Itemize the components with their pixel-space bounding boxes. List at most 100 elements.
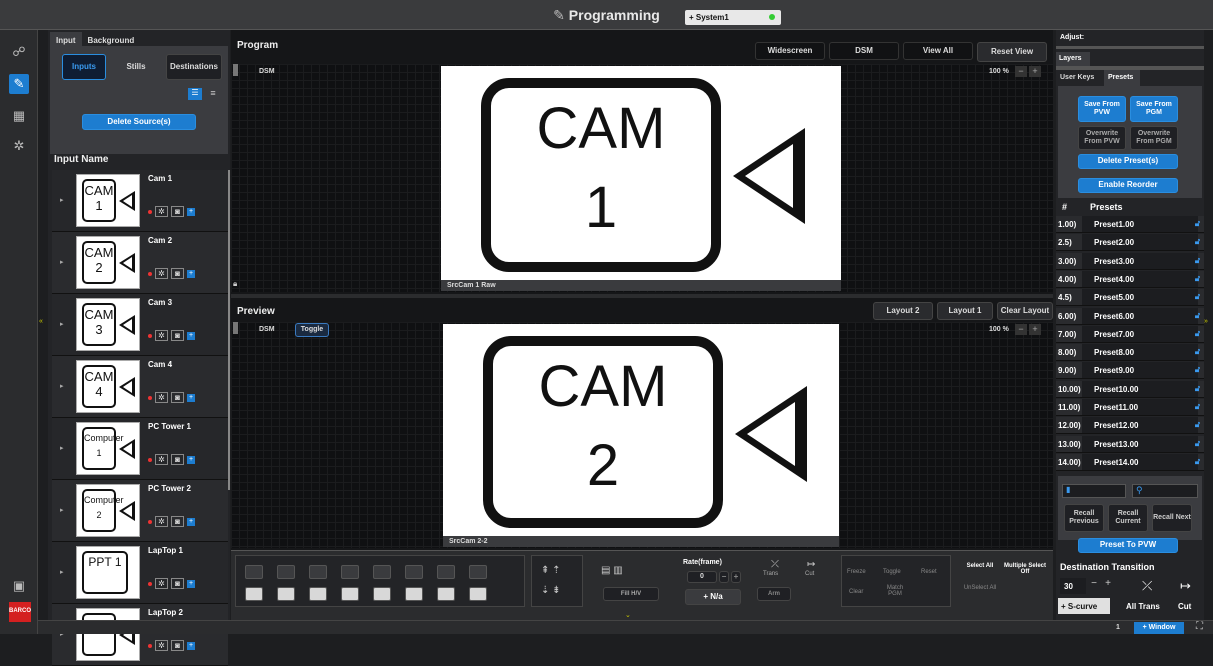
settings-icon[interactable]: ✲ xyxy=(9,136,29,156)
camera-icon[interactable]: ◙ xyxy=(171,516,184,527)
camera-icon[interactable]: ◙ xyxy=(171,454,184,465)
align-middle-icon[interactable] xyxy=(373,565,391,579)
view-all-button[interactable]: View All xyxy=(903,42,973,60)
window-button[interactable]: + Window xyxy=(1134,622,1184,634)
preset-to-pvw-button[interactable]: Preset To PVW xyxy=(1078,538,1178,553)
preset-name[interactable]: Preset13.00 xyxy=(1082,435,1198,452)
search-icon[interactable]: ⚲ xyxy=(1132,484,1198,498)
fill-hv-button[interactable]: Fill H/V xyxy=(603,587,659,601)
enable-reorder-button[interactable]: Enable Reorder xyxy=(1078,178,1178,193)
preset-row[interactable]: 9.00) Preset9.00 🔓︎ xyxy=(1056,362,1204,380)
camera-icon[interactable]: ◙ xyxy=(171,578,184,589)
layout2-button[interactable]: Layout 2 xyxy=(873,302,933,320)
unlock-icon[interactable]: 🔓︎ xyxy=(1195,347,1200,357)
add-icon[interactable]: + xyxy=(187,207,195,216)
source-item[interactable]: ▸ CAM 3 Cam 3 ✲ ◙ + xyxy=(52,294,228,356)
freeze-icon[interactable]: ✲ xyxy=(155,268,168,279)
camera-icon[interactable]: ◙ xyxy=(171,268,184,279)
preset-row[interactable]: 7.00) Preset7.00 🔓︎ xyxy=(1056,325,1204,343)
splitter[interactable] xyxy=(231,294,1053,298)
layout1-button[interactable]: Layout 1 xyxy=(937,302,993,320)
dest-transition-input[interactable]: 30 xyxy=(1060,578,1086,594)
rate-input[interactable]: 0 xyxy=(687,571,717,583)
unlock-icon[interactable]: 🔓︎ xyxy=(1195,365,1200,375)
source-thumbnail[interactable]: PPT 1 xyxy=(76,546,140,599)
grid-view-icon[interactable]: ☰ xyxy=(188,88,202,100)
preset-row[interactable]: 14.00) Preset14.00 🔓︎ xyxy=(1056,453,1204,471)
add-icon[interactable]: + xyxy=(187,579,195,588)
toggle-button[interactable]: Toggle xyxy=(295,323,329,337)
source-thumbnail[interactable]: CAM 2 xyxy=(76,236,140,289)
preset-row[interactable]: 8.00) Preset8.00 🔓︎ xyxy=(1056,344,1204,362)
unlock-icon[interactable]: 🔓︎ xyxy=(1195,420,1200,430)
cut-label[interactable]: Cut xyxy=(805,571,814,577)
unlock-icon[interactable]: 🔓︎ xyxy=(1195,256,1200,266)
distribute-v-icon[interactable] xyxy=(437,565,455,579)
add-icon[interactable]: + xyxy=(187,641,195,650)
network-icon[interactable]: ☍ xyxy=(9,42,29,62)
unlock-icon[interactable]: 🔓︎ xyxy=(1195,439,1200,449)
expand-arrow-icon[interactable]: ▸ xyxy=(60,506,64,514)
delete-source-button[interactable]: Delete Source(s) xyxy=(82,114,196,130)
align-left-size-icon[interactable] xyxy=(245,587,263,601)
overwrite-from-pgm-button[interactable]: Overwrite From PGM xyxy=(1130,126,1178,150)
handle-icon[interactable] xyxy=(233,64,238,76)
source-thumbnail[interactable] xyxy=(76,608,140,661)
distribute-v-size-icon[interactable] xyxy=(437,587,455,601)
expand-arrow-icon[interactable]: ▸ xyxy=(60,568,64,576)
add-icon[interactable]: + xyxy=(187,269,195,278)
add-icon[interactable]: + xyxy=(187,331,195,340)
widescreen-button[interactable]: Widescreen xyxy=(755,42,825,60)
expand-arrow-icon[interactable]: ▸ xyxy=(60,196,64,204)
delete-presets-button[interactable]: Delete Preset(s) xyxy=(1078,154,1178,169)
subtab-stills[interactable]: Stills xyxy=(114,54,158,80)
align-right-size-icon[interactable] xyxy=(309,587,327,601)
add-icon[interactable]: + xyxy=(187,393,195,402)
handle-icon[interactable] xyxy=(233,322,238,334)
unlock-icon[interactable]: 🔓︎ xyxy=(1195,219,1200,229)
transition-type-select[interactable]: + N/a xyxy=(685,589,741,605)
distribute-h-size-icon[interactable] xyxy=(405,587,423,601)
save-from-pvw-button[interactable]: Save From PVW xyxy=(1078,96,1126,122)
program-view[interactable]: DSM 100 % − + 🔒︎ CAM 1 SrcCam 1 Raw xyxy=(231,64,1053,292)
cut-button[interactable]: Cut xyxy=(1178,602,1191,611)
zoom-out-button[interactable]: − xyxy=(1015,324,1027,335)
preset-name[interactable]: Preset14.00 xyxy=(1082,453,1198,470)
align-center-h-size-icon[interactable] xyxy=(277,587,295,601)
source-thumbnail[interactable]: Computer 2 xyxy=(76,484,140,537)
scrollbar[interactable] xyxy=(228,170,230,490)
freeze-icon[interactable]: ✲ xyxy=(155,640,168,651)
lock-icon[interactable]: 🔒︎ xyxy=(233,279,237,289)
preset-name[interactable]: Preset6.00 xyxy=(1082,307,1198,324)
match-pgm-button[interactable]: Match PGM xyxy=(883,585,907,597)
align-bottom-icon[interactable] xyxy=(469,565,487,579)
expand-arrow-icon[interactable]: ▸ xyxy=(60,320,64,328)
preset-name[interactable]: Preset12.00 xyxy=(1082,417,1198,434)
preset-name[interactable]: Preset4.00 xyxy=(1082,270,1198,287)
cut-icon[interactable]: ↦ xyxy=(807,559,815,570)
recall-current-button[interactable]: Recall Current xyxy=(1108,504,1148,532)
freeze-icon[interactable]: ✲ xyxy=(155,206,168,217)
source-thumbnail[interactable]: CAM 4 xyxy=(76,360,140,413)
fullscreen-icon[interactable]: ⛶ xyxy=(1196,621,1203,632)
rate-plus-button[interactable]: + xyxy=(731,571,741,583)
program-dsm-label[interactable]: DSM xyxy=(259,68,275,75)
fill-icon[interactable]: ▤ ▥ xyxy=(601,565,623,576)
align-top-size-icon[interactable] xyxy=(341,587,359,601)
preset-name[interactable]: Preset5.00 xyxy=(1082,289,1198,306)
layers-tab[interactable]: Layers xyxy=(1056,52,1090,66)
cut-icon[interactable]: ↦ xyxy=(1180,578,1191,594)
recall-next-button[interactable]: Recall Next xyxy=(1152,504,1192,532)
reset-button[interactable]: Reset xyxy=(921,569,937,575)
source-item[interactable]: ▸ Computer 1 PC Tower 1 ✲ ◙ + xyxy=(52,418,228,480)
unlock-icon[interactable]: 🔓︎ xyxy=(1195,237,1200,247)
programming-icon[interactable]: ✎ xyxy=(9,74,29,94)
dsm-button[interactable]: DSM xyxy=(829,42,899,60)
freeze-icon[interactable]: ✲ xyxy=(155,330,168,341)
tab-user-keys[interactable]: User Keys xyxy=(1060,74,1094,81)
reset-view-button[interactable]: Reset View xyxy=(977,42,1047,62)
overwrite-from-pvw-button[interactable]: Overwrite From PVW xyxy=(1078,126,1126,150)
source-thumbnail[interactable]: Computer 1 xyxy=(76,422,140,475)
freeze-icon[interactable]: ✲ xyxy=(155,578,168,589)
align-left-icon[interactable] xyxy=(245,565,263,579)
